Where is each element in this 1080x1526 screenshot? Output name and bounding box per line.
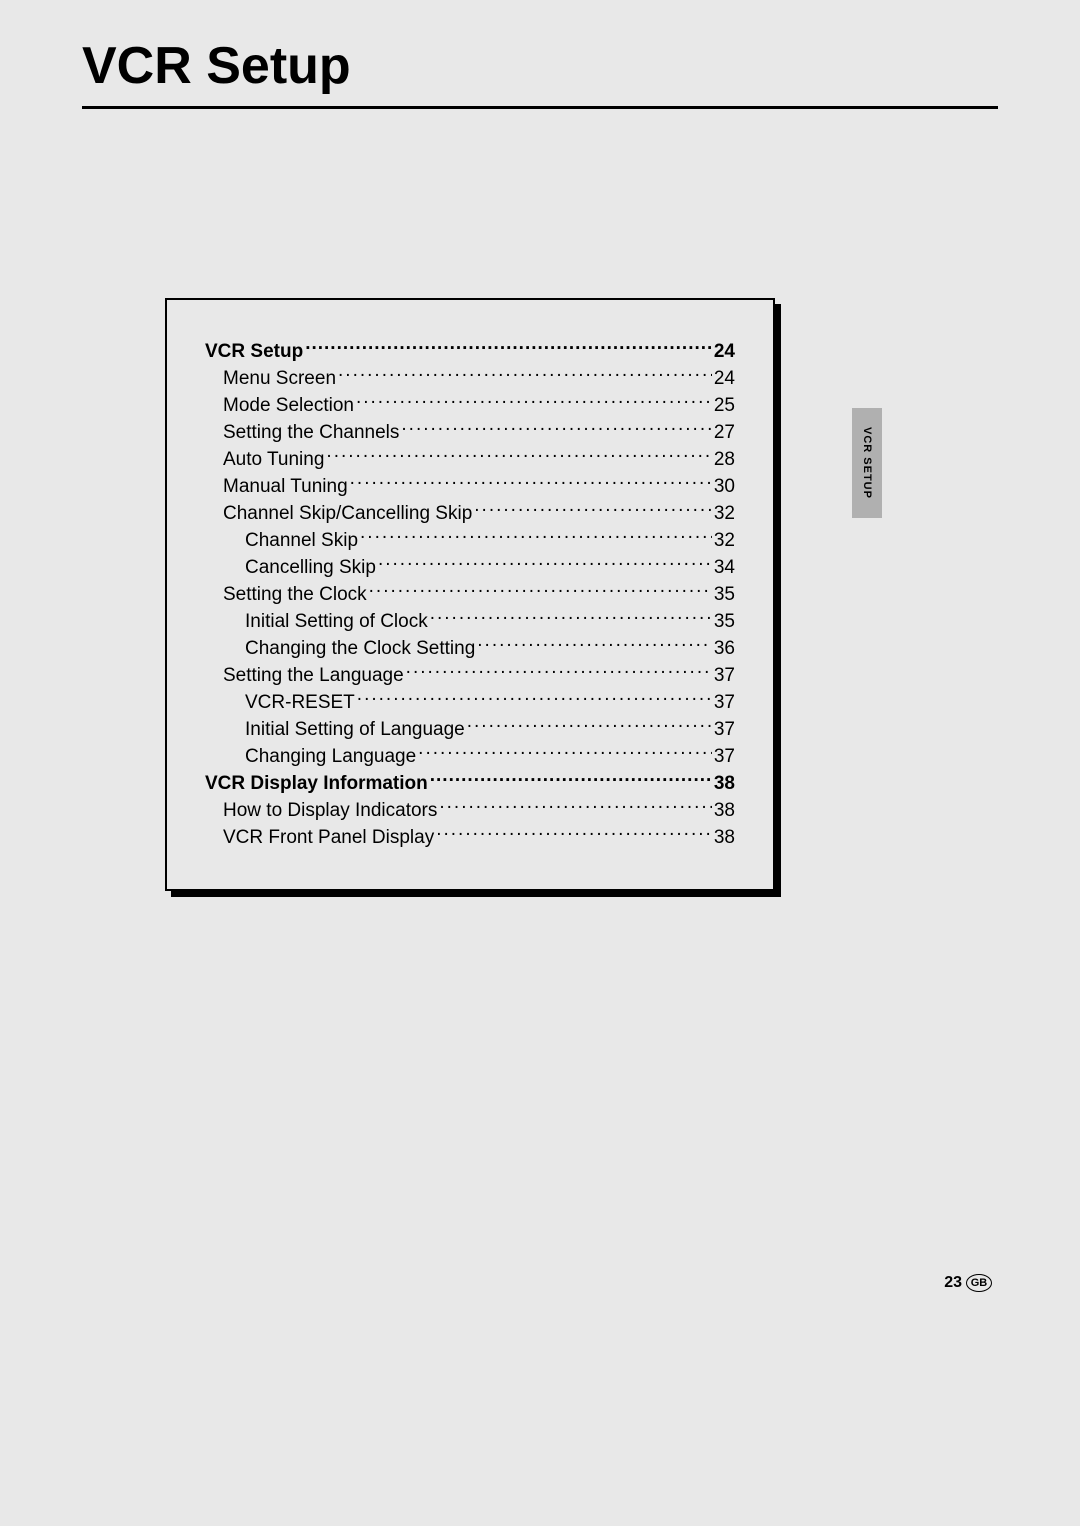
toc-entry: Menu Screen 24 (205, 365, 735, 392)
toc-leader-dots (477, 635, 712, 654)
toc-entry-label: VCR-RESET (245, 689, 355, 716)
toc-entry: Initial Setting of Language 37 (205, 716, 735, 743)
toc-entry-label: Setting the Clock (223, 581, 367, 608)
toc-entry: Setting the Language 37 (205, 662, 735, 689)
toc-entry-page: 37 (714, 662, 735, 689)
toc-entry-label: Channel Skip (245, 527, 358, 554)
toc-entry: Channel Skip/Cancelling Skip 32 (205, 500, 735, 527)
toc-leader-dots (430, 608, 712, 627)
toc-entry: Setting the Channels 27 (205, 419, 735, 446)
toc-entry: Changing the Clock Setting 36 (205, 635, 735, 662)
toc-entry-label: Initial Setting of Language (245, 716, 465, 743)
toc-entry-label: How to Display Indicators (223, 797, 437, 824)
toc-leader-dots (406, 662, 712, 681)
side-tab: VCR SETUP (852, 408, 882, 518)
toc-entry-page: 36 (714, 635, 735, 662)
toc-entry: VCR Setup 24 (205, 338, 735, 365)
toc-entry-page: 37 (714, 689, 735, 716)
toc-container: VCR Setup 24Menu Screen 24Mode Selection… (165, 298, 775, 891)
toc-leader-dots (369, 581, 712, 600)
toc-entry-page: 24 (714, 365, 735, 392)
toc-entry: VCR-RESET 37 (205, 689, 735, 716)
toc-entry-label: VCR Front Panel Display (223, 824, 434, 851)
page-title: VCR Setup (82, 36, 998, 109)
toc-entry-label: Auto Tuning (223, 446, 324, 473)
toc-leader-dots (467, 716, 712, 735)
toc-entry-label: Manual Tuning (223, 473, 348, 500)
toc-leader-dots (326, 446, 711, 465)
toc-entry-page: 38 (714, 824, 735, 851)
toc-entry-page: 35 (714, 581, 735, 608)
toc-entry-label: Setting the Channels (223, 419, 399, 446)
toc-leader-dots (356, 392, 712, 411)
toc-leader-dots (436, 824, 712, 843)
toc-entry-label: Menu Screen (223, 365, 336, 392)
toc-entry: Channel Skip 32 (205, 527, 735, 554)
region-badge: GB (966, 1274, 992, 1292)
toc-entry-label: Changing the Clock Setting (245, 635, 475, 662)
toc-entry: Mode Selection 25 (205, 392, 735, 419)
toc-leader-dots (360, 527, 712, 546)
page-number: 23 (944, 1274, 962, 1292)
toc-entry-page: 37 (714, 716, 735, 743)
toc-leader-dots (430, 770, 712, 789)
toc-leader-dots (418, 743, 712, 762)
toc-entry: Initial Setting of Clock 35 (205, 608, 735, 635)
toc-entry-label: Setting the Language (223, 662, 404, 689)
toc-entry-page: 34 (714, 554, 735, 581)
toc-entry: Auto Tuning 28 (205, 446, 735, 473)
toc-entry-label: VCR Setup (205, 338, 303, 365)
toc-entry-page: 30 (714, 473, 735, 500)
toc-entry-label: Cancelling Skip (245, 554, 376, 581)
toc-leader-dots (338, 365, 712, 384)
toc-entry-page: 27 (714, 419, 735, 446)
toc-leader-dots (378, 554, 712, 573)
toc-entry-label: Mode Selection (223, 392, 354, 419)
toc-entry-page: 35 (714, 608, 735, 635)
toc-leader-dots (357, 689, 712, 708)
toc-entry: Changing Language 37 (205, 743, 735, 770)
page-footer: 23 GB (944, 1274, 992, 1292)
toc-leader-dots (305, 338, 712, 357)
toc-entry: VCR Front Panel Display 38 (205, 824, 735, 851)
toc-leader-dots (401, 419, 711, 438)
toc-entry-page: 25 (714, 392, 735, 419)
toc-entry: VCR Display Information 38 (205, 770, 735, 797)
toc-entry-label: VCR Display Information (205, 770, 428, 797)
side-tab-label: VCR SETUP (861, 427, 873, 499)
toc-entry-label: Changing Language (245, 743, 416, 770)
toc-entry: Setting the Clock 35 (205, 581, 735, 608)
toc-entry-page: 32 (714, 527, 735, 554)
toc-entry-page: 32 (714, 500, 735, 527)
toc-entry-page: 37 (714, 743, 735, 770)
toc-leader-dots (474, 500, 712, 519)
toc-entry: Manual Tuning 30 (205, 473, 735, 500)
toc-entry-page: 24 (714, 338, 735, 365)
toc-entry-page: 38 (714, 797, 735, 824)
toc-entry: Cancelling Skip 34 (205, 554, 735, 581)
toc-leader-dots (439, 797, 711, 816)
toc-entry: How to Display Indicators 38 (205, 797, 735, 824)
toc-entry-label: Initial Setting of Clock (245, 608, 428, 635)
toc-entry-page: 38 (714, 770, 735, 797)
toc-entry-label: Channel Skip/Cancelling Skip (223, 500, 472, 527)
toc-leader-dots (350, 473, 712, 492)
toc-entry-page: 28 (714, 446, 735, 473)
